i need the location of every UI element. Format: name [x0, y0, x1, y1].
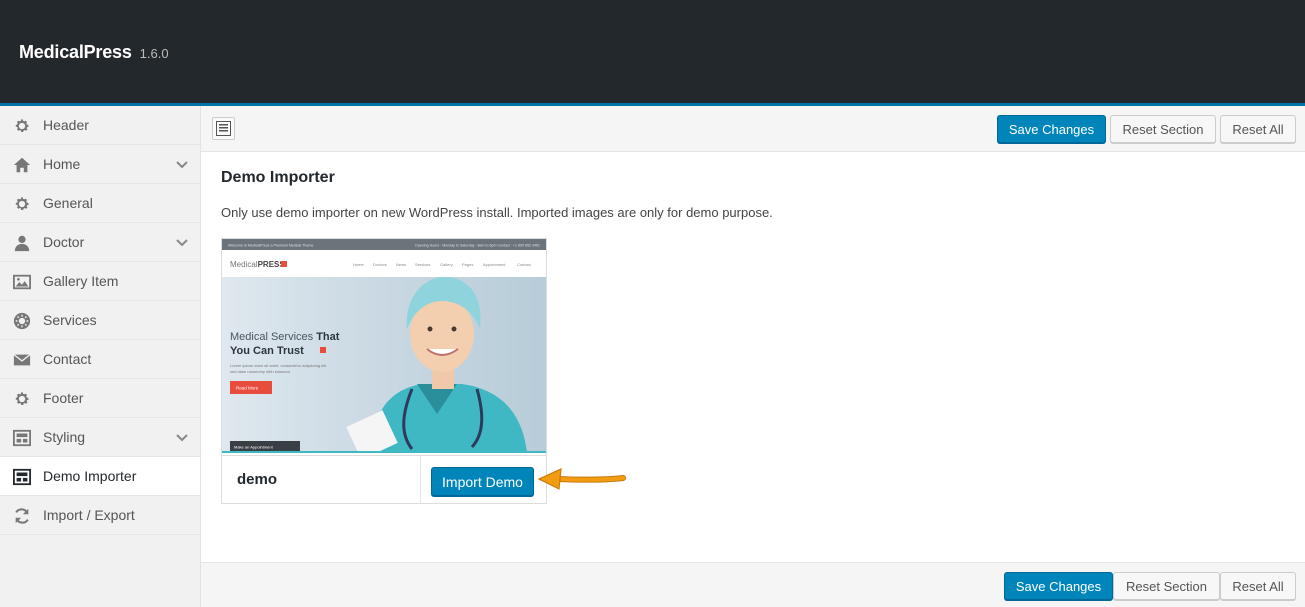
demo-name: demo [237, 471, 278, 488]
demo-card: Welcome to MedicalPress a Premium Medica… [221, 238, 547, 504]
sidebar-item-services[interactable]: Services [0, 301, 200, 340]
sidebar-item-home[interactable]: Home [0, 145, 200, 184]
cog-icon [13, 312, 31, 330]
sidebar-item-general[interactable]: General [0, 184, 200, 223]
chevron-down-icon [174, 157, 190, 173]
arrow-icon [537, 466, 627, 497]
app-brand: MedicalPress 1.6.0 [19, 42, 169, 63]
svg-text:Gallery: Gallery [440, 262, 453, 267]
sidebar: Header Home General Doctor Gallery Item … [0, 106, 201, 607]
envelope-icon [13, 351, 31, 369]
top-header: MedicalPress 1.6.0 [0, 0, 1305, 103]
preview-topbar-left: Welcome to MedicalPress a Premium Medica… [228, 244, 313, 248]
divider [420, 456, 421, 504]
chevron-down-icon [174, 430, 190, 446]
preview-headline-2: You Can Trust [230, 345, 304, 357]
gear-icon [13, 390, 31, 408]
layout-icon [13, 429, 31, 447]
preview-headline: Medical Services That [230, 331, 340, 343]
sidebar-item-label: General [43, 194, 93, 211]
sidebar-item-header[interactable]: Header [0, 106, 200, 145]
user-icon [13, 234, 31, 252]
top-toolbar: Save Changes Reset Section Reset All [201, 106, 1305, 152]
chevron-down-icon [174, 235, 190, 251]
svg-text:Doctors: Doctors [373, 262, 387, 267]
bottom-toolbar: Save Changes Reset Section Reset All [201, 562, 1305, 607]
sidebar-item-styling[interactable]: Styling [0, 418, 200, 457]
sidebar-item-label: Header [43, 116, 89, 133]
main-panel: Save Changes Reset Section Reset All Dem… [201, 106, 1305, 607]
import-demo-button[interactable]: Import Demo [431, 467, 534, 496]
sidebar-item-label: Contact [43, 350, 92, 367]
preview-logo: MedicalPRESS [230, 260, 285, 269]
svg-text:Home: Home [353, 262, 364, 267]
home-icon [13, 156, 31, 174]
layout-icon [13, 468, 31, 486]
svg-text:Contact: Contact [517, 262, 532, 267]
sidebar-item-doctor[interactable]: Doctor [0, 223, 200, 262]
sidebar-item-label: Services [43, 311, 97, 328]
sidebar-item-label: Demo Importer [43, 467, 137, 484]
reset-all-button-bottom[interactable]: Reset All [1220, 572, 1296, 600]
sidebar-item-label: Doctor [43, 233, 85, 250]
panel-icon [216, 121, 231, 136]
gear-icon [13, 117, 31, 135]
sidebar-item-contact[interactable]: Contact [0, 340, 200, 379]
svg-text:News: News [396, 262, 406, 267]
svg-text:Lorem ipsum dolor sit amet, co: Lorem ipsum dolor sit amet, consectetur … [230, 363, 327, 368]
sidebar-item-import-export[interactable]: Import / Export [0, 496, 200, 535]
preview-appointment: Make an Appointment [234, 445, 274, 450]
image-icon [13, 273, 31, 291]
section-title: Demo Importer [221, 169, 335, 186]
preview-topbar-right: Opening Hours : Monday to Saturday - 8am… [415, 244, 540, 248]
svg-text:Pages: Pages [462, 262, 473, 267]
save-changes-button-bottom[interactable]: Save Changes [1004, 572, 1113, 600]
sidebar-item-label: Gallery Item [43, 272, 119, 289]
svg-text:Appointment: Appointment [483, 262, 506, 267]
reset-section-button[interactable]: Reset Section [1110, 115, 1216, 143]
sidebar-item-gallery-item[interactable]: Gallery Item [0, 262, 200, 301]
refresh-icon [13, 507, 31, 525]
reset-all-button[interactable]: Reset All [1220, 115, 1296, 143]
demo-preview-image: Welcome to MedicalPress a Premium Medica… [222, 239, 546, 453]
sidebar-item-label: Import / Export [43, 506, 135, 523]
app-version: 1.6.0 [139, 46, 169, 61]
save-changes-button[interactable]: Save Changes [997, 115, 1106, 143]
expand-options-button[interactable] [212, 117, 235, 140]
gear-icon [13, 195, 31, 213]
sidebar-item-label: Styling [43, 428, 86, 445]
svg-text:sed diam nonummy nibh euismod: sed diam nonummy nibh euismod [230, 369, 290, 374]
reset-section-button-bottom[interactable]: Reset Section [1113, 572, 1220, 600]
svg-text:Services: Services [415, 262, 430, 267]
sidebar-item-demo-importer[interactable]: Demo Importer [0, 457, 200, 496]
preview-read-more: Read More [236, 386, 259, 391]
sidebar-item-label: Home [43, 155, 81, 172]
sidebar-item-footer[interactable]: Footer [0, 379, 200, 418]
sidebar-item-label: Footer [43, 389, 84, 406]
demo-card-footer: demo Import Demo [222, 455, 546, 504]
section-description: Only use demo importer on new WordPress … [221, 205, 773, 220]
app-title: MedicalPress [19, 42, 132, 62]
